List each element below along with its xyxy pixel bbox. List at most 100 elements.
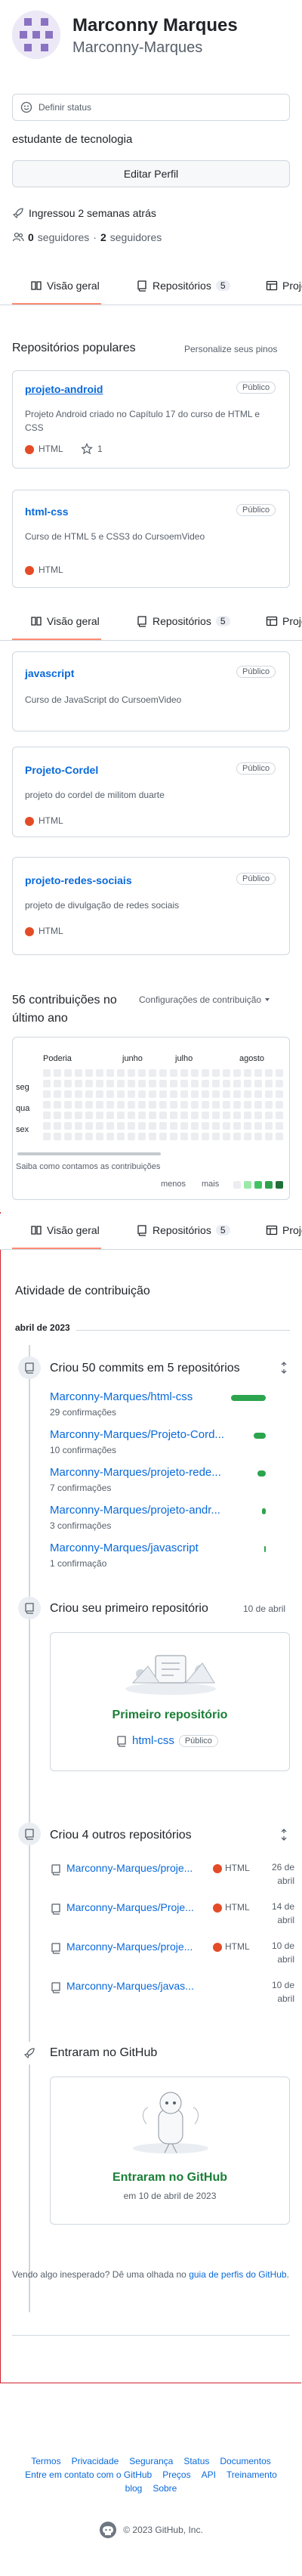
contribution-cell[interactable] (233, 1112, 241, 1119)
contribution-cell[interactable] (244, 1069, 251, 1077)
footer-link[interactable]: Preços (162, 2469, 190, 2480)
contribution-cell[interactable] (138, 1122, 146, 1130)
contribution-cell[interactable] (117, 1133, 125, 1140)
customize-pins-link[interactable]: Personalize seus pinos (184, 344, 277, 354)
tab-overview[interactable]: Visão geral (30, 280, 100, 292)
contribution-cell[interactable] (244, 1080, 251, 1087)
contribution-cell[interactable] (106, 1122, 114, 1130)
footer-link[interactable]: Termos (31, 2456, 60, 2466)
contribution-cell[interactable] (64, 1133, 72, 1140)
contribution-cell[interactable] (43, 1101, 51, 1109)
contribution-cell[interactable] (170, 1069, 177, 1077)
contribution-cell[interactable] (254, 1090, 262, 1098)
contribution-cell[interactable] (138, 1080, 146, 1087)
contribution-cell[interactable] (43, 1112, 51, 1119)
contribution-cell[interactable] (149, 1133, 156, 1140)
contribution-cell[interactable] (75, 1080, 82, 1087)
contribution-cell[interactable] (265, 1133, 273, 1140)
contribution-cell[interactable] (128, 1090, 135, 1098)
avatar[interactable] (12, 11, 60, 59)
contribution-cell[interactable] (170, 1090, 177, 1098)
contribution-cell[interactable] (54, 1090, 61, 1098)
contribution-cell[interactable] (170, 1133, 177, 1140)
footer-link[interactable]: Privacidade (72, 2456, 119, 2466)
contribution-cell[interactable] (64, 1101, 72, 1109)
tab-projects[interactable]: Projetos (266, 615, 302, 627)
contribution-cell[interactable] (202, 1069, 209, 1077)
contribution-cell[interactable] (202, 1112, 209, 1119)
contribution-cell[interactable] (96, 1101, 103, 1109)
contribution-cell[interactable] (64, 1080, 72, 1087)
contribution-cell[interactable] (276, 1090, 283, 1098)
footer-link[interactable]: Status (183, 2456, 209, 2466)
contribution-cell[interactable] (202, 1080, 209, 1087)
contribution-cell[interactable] (191, 1080, 199, 1087)
tab-overview[interactable]: Visão geral (30, 615, 100, 627)
repo-name-link[interactable]: Projeto-Cordel (25, 764, 98, 776)
tab-repositories[interactable]: Repositórios 5 (136, 615, 230, 627)
contribution-cell[interactable] (265, 1080, 273, 1087)
tab-projects[interactable]: Projetos (266, 1224, 302, 1236)
contribution-cell[interactable] (85, 1112, 93, 1119)
contribution-cell[interactable] (106, 1069, 114, 1077)
contribution-cell[interactable] (64, 1122, 72, 1130)
contribution-cell[interactable] (180, 1069, 188, 1077)
contribution-cell[interactable] (159, 1112, 167, 1119)
contribution-cell[interactable] (223, 1112, 230, 1119)
contribution-cell[interactable] (180, 1112, 188, 1119)
commit-repo-link[interactable]: Marconny-Marques/projeto-rede... (50, 1466, 231, 1479)
footer-link[interactable]: Documentos (220, 2456, 270, 2466)
contribution-cell[interactable] (170, 1080, 177, 1087)
contribution-cell[interactable] (212, 1090, 220, 1098)
contribution-cell[interactable] (170, 1101, 177, 1109)
unfold-icon[interactable] (278, 1362, 290, 1374)
contribution-cell[interactable] (128, 1133, 135, 1140)
contribution-cell[interactable] (254, 1122, 262, 1130)
contribution-cell[interactable] (223, 1069, 230, 1077)
contribution-cell[interactable] (276, 1101, 283, 1109)
contribution-cell[interactable] (223, 1101, 230, 1109)
contribution-cell[interactable] (54, 1069, 61, 1077)
commit-repo-link[interactable]: Marconny-Marques/projeto-andr... (50, 1504, 231, 1517)
contribution-cell[interactable] (191, 1133, 199, 1140)
contribution-cell[interactable] (170, 1112, 177, 1119)
repo-name-link[interactable]: projeto-android (25, 383, 103, 395)
commit-repo-link[interactable]: Marconny-Marques/html-css (50, 1390, 231, 1403)
contribution-cell[interactable] (96, 1133, 103, 1140)
contribution-cell[interactable] (180, 1080, 188, 1087)
contribution-cell[interactable] (233, 1101, 241, 1109)
contribution-cell[interactable] (276, 1133, 283, 1140)
contribution-cell[interactable] (202, 1122, 209, 1130)
contribution-cell[interactable] (233, 1069, 241, 1077)
contribution-cell[interactable] (96, 1090, 103, 1098)
tab-repositories[interactable]: Repositórios 5 (136, 280, 230, 292)
contribution-cell[interactable] (212, 1069, 220, 1077)
contribution-cell[interactable] (244, 1122, 251, 1130)
tab-repositories[interactable]: Repositórios 5 (136, 1224, 230, 1236)
contribution-cell[interactable] (43, 1080, 51, 1087)
contribution-cell[interactable] (149, 1101, 156, 1109)
repo-stars[interactable]: 1 (97, 444, 103, 454)
contribution-cell[interactable] (96, 1069, 103, 1077)
contribution-cell[interactable] (128, 1080, 135, 1087)
contribution-cell[interactable] (106, 1080, 114, 1087)
contribution-cell[interactable] (54, 1133, 61, 1140)
contribution-cell[interactable] (276, 1080, 283, 1087)
contribution-cell[interactable] (128, 1069, 135, 1077)
contribution-cell[interactable] (202, 1133, 209, 1140)
contribution-cell[interactable] (64, 1112, 72, 1119)
contribution-cell[interactable] (43, 1122, 51, 1130)
footer-link[interactable]: Treinamento (226, 2469, 277, 2480)
contribution-cell[interactable] (223, 1122, 230, 1130)
contribution-cell[interactable] (265, 1101, 273, 1109)
edit-profile-button[interactable]: Editar Perfil (12, 160, 290, 187)
contribution-cell[interactable] (233, 1080, 241, 1087)
repo-name-link[interactable]: javascript (25, 667, 74, 679)
contribution-cell[interactable] (117, 1069, 125, 1077)
contribution-cell[interactable] (233, 1133, 241, 1140)
created-repo-link[interactable]: Marconny-Marques/proje... (66, 1862, 211, 1874)
commit-repo-link[interactable]: Marconny-Marques/javascript (50, 1542, 231, 1554)
contribution-cell[interactable] (159, 1080, 167, 1087)
contribution-cell[interactable] (128, 1112, 135, 1119)
footer-link[interactable]: Entre em contato com o GitHub (25, 2469, 152, 2480)
